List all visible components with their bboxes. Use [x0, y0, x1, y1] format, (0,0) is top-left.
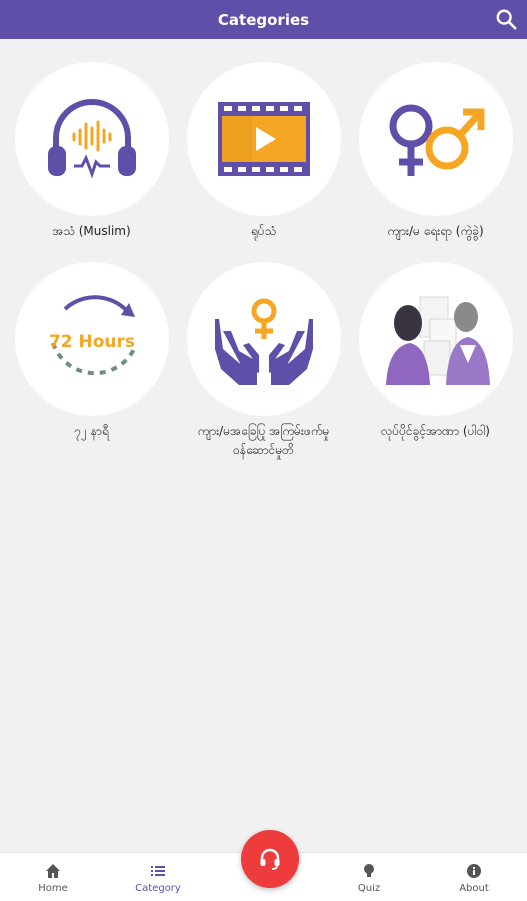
category-circle[interactable]: 72 Hours [14, 262, 169, 416]
category-circle[interactable] [358, 262, 513, 416]
category-audio[interactable]: အသံ (Muslim) [4, 62, 179, 241]
people-discussion-icon [385, 296, 490, 385]
category-72-hours[interactable]: 72 Hours ၇၂ နာရီ [4, 262, 179, 441]
category-label: ၇၂ နာရီ [74, 424, 109, 438]
category-label: ကျား/မ ရေးရာ (ကွဲခွဲ) [387, 224, 484, 238]
list-icon [151, 866, 165, 876]
nav-quiz[interactable]: Quiz [324, 853, 414, 901]
page-title: Categories [217, 10, 310, 29]
category-label: လုပ်ပိုင်ခွင့်အာဏာ (ပါဝါ) [381, 424, 490, 438]
category-video[interactable]: ရုပ်သံ [176, 62, 351, 241]
category-label: ရုပ်သံ [250, 224, 277, 238]
category-circle[interactable] [358, 62, 513, 216]
nav-about-label: About [459, 883, 489, 894]
category-gender[interactable]: ကျား/မ ရေးရာ (ကွဲခွဲ) [348, 62, 523, 241]
category-circle[interactable] [186, 262, 341, 416]
nav-category-label: Category [135, 883, 181, 894]
video-film-icon [217, 102, 310, 176]
category-label: ကျား/မအခြေပြု အကြမ်းဖက်မှု ဝန်ဆောင်မှုတိ [197, 424, 330, 457]
search-icon[interactable] [495, 8, 517, 30]
category-circle[interactable] [186, 62, 341, 216]
nav-category[interactable]: Category [113, 853, 203, 901]
app-bar: Categories [0, 0, 527, 39]
hours-badge-text: 72 Hours [48, 332, 134, 352]
nav-about[interactable]: About [429, 853, 519, 901]
72-hours-icon: 72 Hours [48, 295, 137, 376]
headphones-icon [47, 99, 136, 179]
helpline-fab[interactable] [241, 830, 299, 888]
lightbulb-icon [364, 864, 374, 877]
protective-hands-icon [214, 298, 313, 385]
category-power[interactable]: လုပ်ပိုင်ခွင့်အာဏာ (ပါဝါ) [348, 262, 523, 441]
gender-symbols-icon [389, 104, 484, 176]
category-label: အသံ (Muslim) [52, 224, 131, 238]
nav-quiz-label: Quiz [357, 883, 381, 894]
headset-icon [260, 848, 280, 870]
nav-home[interactable]: Home [8, 853, 98, 901]
nav-home-label: Home [38, 883, 68, 894]
category-gbv-services[interactable]: ကျား/မအခြေပြု အကြမ်းဖက်မှု ဝန်ဆောင်မှုတိ [176, 262, 351, 460]
category-circle[interactable] [14, 62, 169, 216]
info-icon [467, 864, 481, 878]
home-icon [46, 864, 60, 878]
